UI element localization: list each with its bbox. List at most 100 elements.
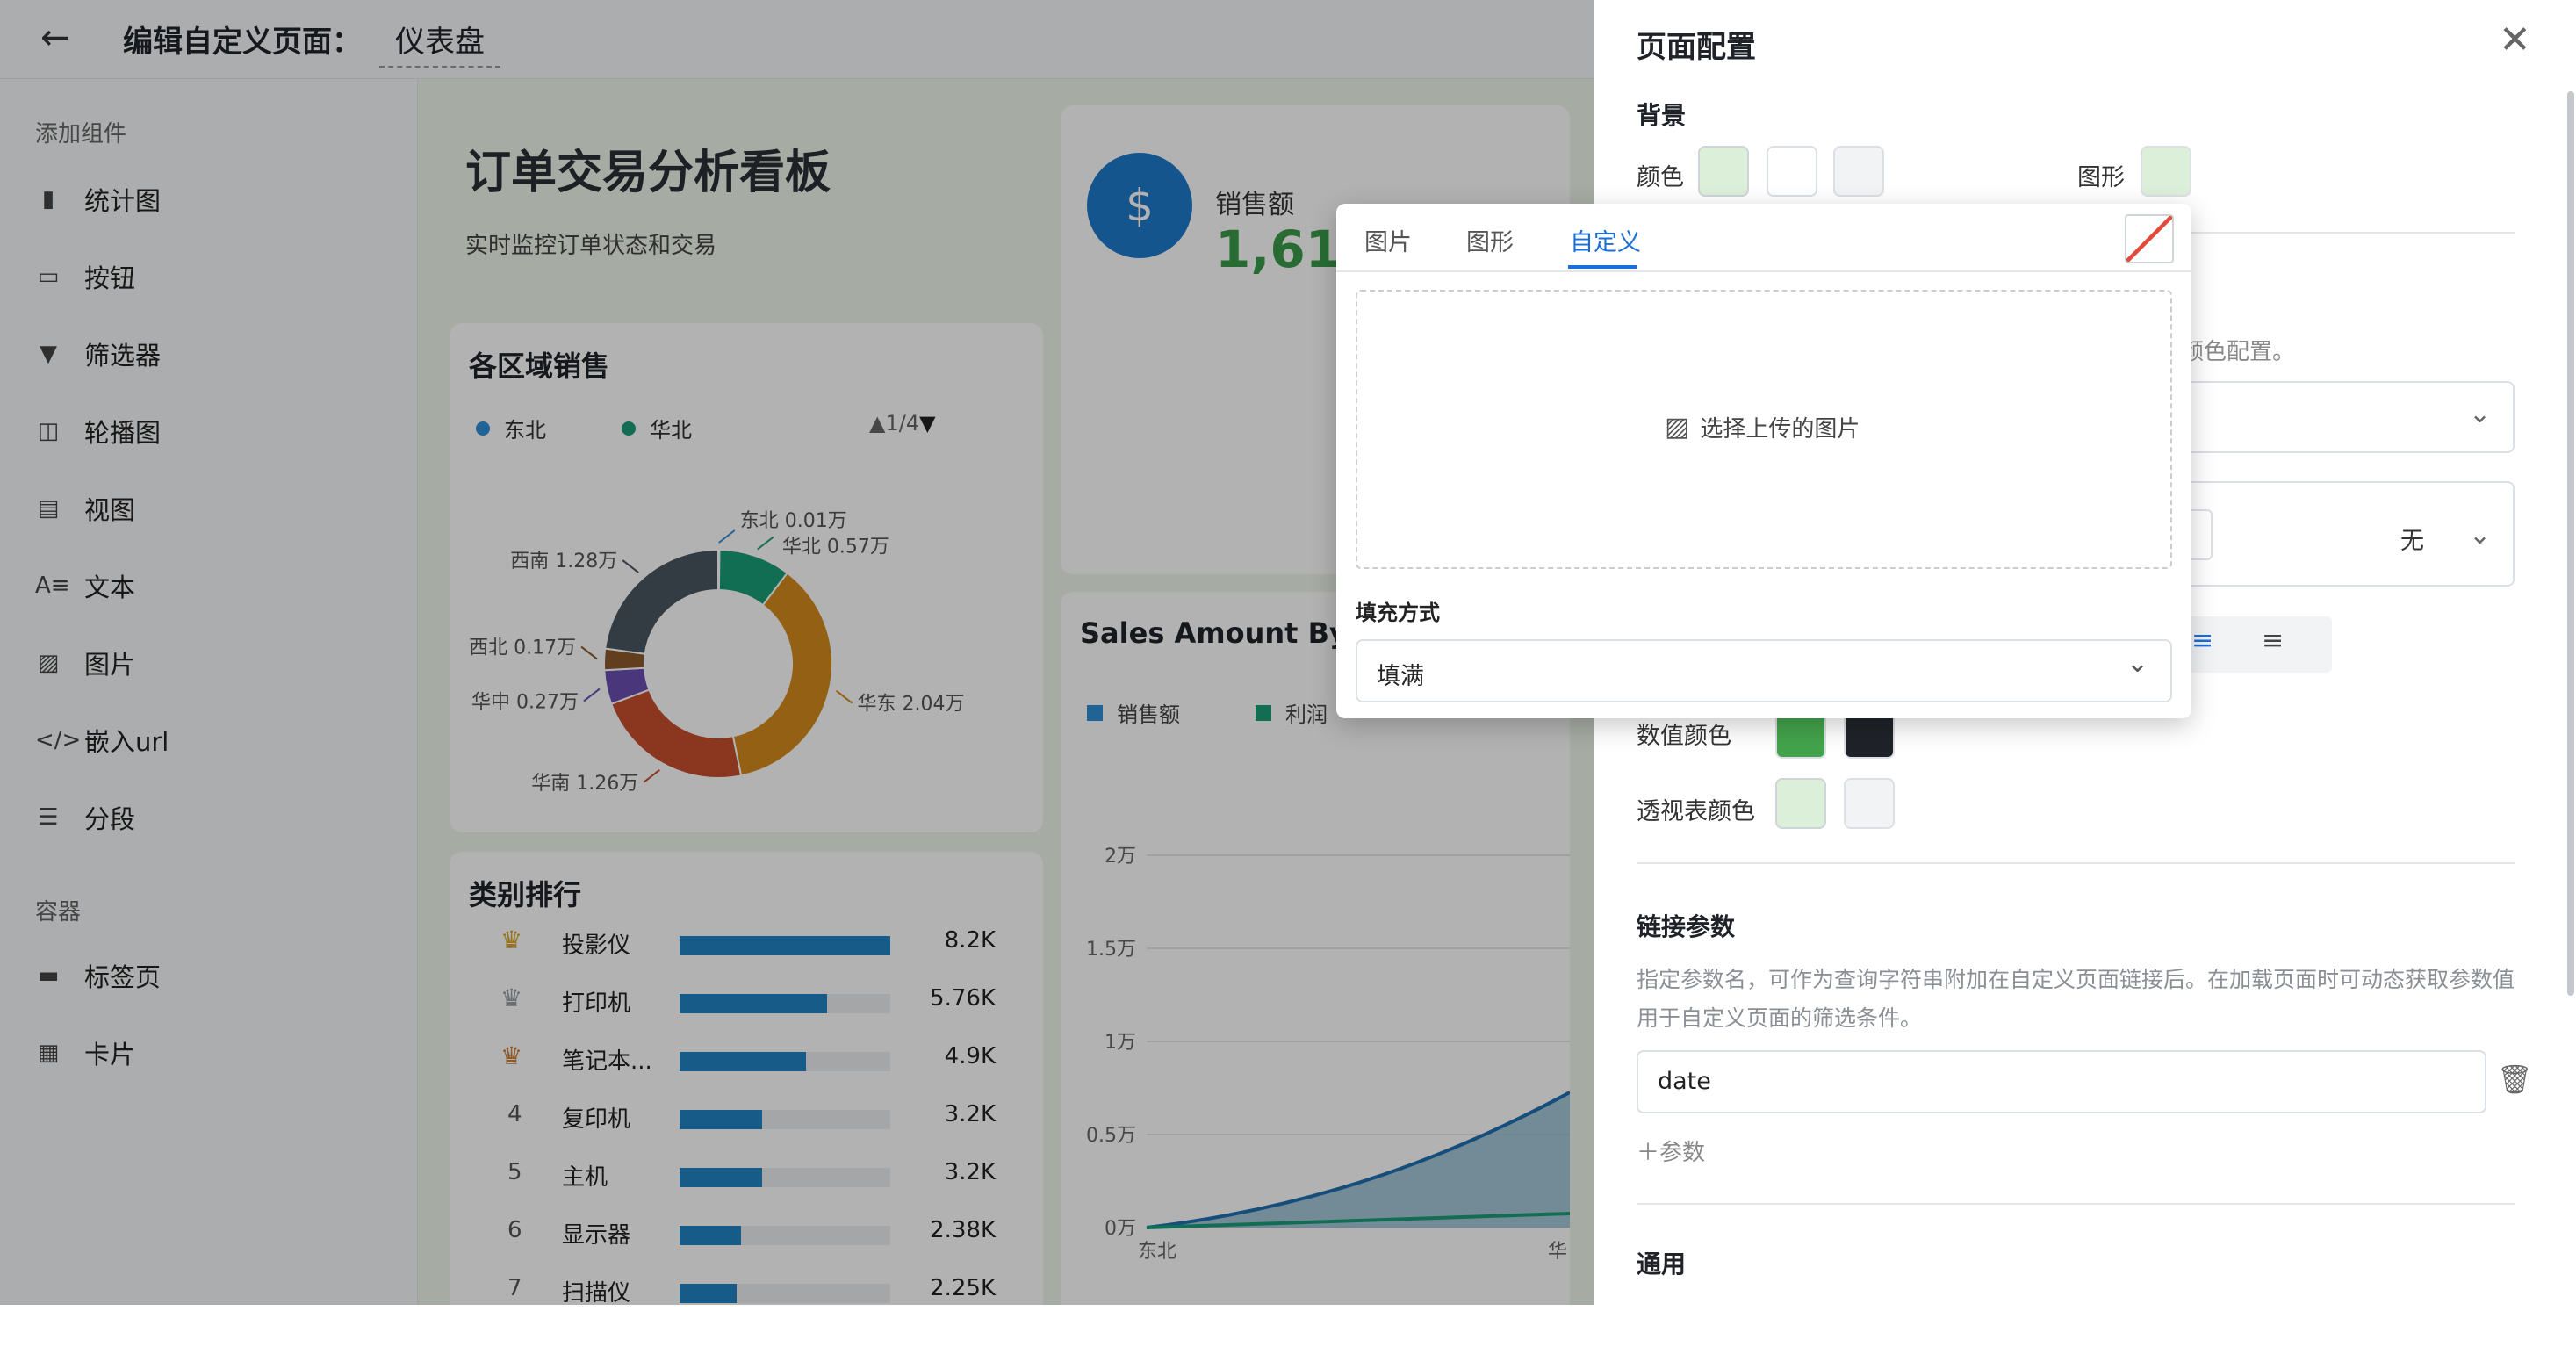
ranking-bar-track <box>680 1226 890 1245</box>
rank-number: 6 <box>507 1217 522 1243</box>
x-tick-label: 华 <box>1548 1241 1567 1263</box>
pie-slice-2[interactable] <box>731 572 833 777</box>
pie-label-line <box>757 536 774 551</box>
ranking-row[interactable]: 4 复印机 3.2K <box>450 1099 1043 1135</box>
shape-label: 图形 <box>2077 164 2125 191</box>
upload-prompt: ▨ 选择上传的图片 <box>1665 411 1860 443</box>
rank-number: 4 <box>507 1101 522 1127</box>
category-ranking-card[interactable]: 类别排行 ♛ 投影仪 8.2K ♛ 打印机 5.76K ♛ 笔记本... 4.9K 4 复印机 3.2… <box>450 852 1043 1343</box>
pie-data-label: 华东 2.04万 <box>858 694 965 716</box>
upload-area[interactable]: ▨ 选择上传的图片 <box>1356 290 2172 569</box>
sidebar-item-label: 文本 <box>84 573 136 602</box>
color-swatch-selected[interactable] <box>1698 146 1749 197</box>
ranking-row[interactable]: ♛ 笔记本... 4.9K <box>450 1041 1043 1077</box>
section-containers: 容器 <box>35 899 82 926</box>
sidebar-item-chart[interactable]: ▮ 统计图 <box>35 177 161 221</box>
ranking-bar <box>680 1052 806 1071</box>
region-pie-chart: 东北 0.01万华北 0.57万华东 2.04万华南 1.26万 华中 0.27万… <box>469 510 965 795</box>
sidebar-item-label: 标签页 <box>84 962 162 992</box>
sidebar-item-label: 筛选器 <box>84 341 162 371</box>
ranking-row[interactable]: 7 扫描仪 2.25K <box>450 1273 1043 1308</box>
sidebar-item-button[interactable]: ▭ 按钮 <box>35 255 135 299</box>
sidebar-item-filter[interactable]: ▼ 筛选器 <box>35 332 161 376</box>
divider <box>1637 862 2515 864</box>
dashboard-title-block[interactable]: 订单交易分析看板 实时监控订单状态和交易 <box>465 135 831 260</box>
alignment-group: ≡ ≡ <box>2174 616 2332 673</box>
view-icon: ▤ <box>37 495 60 522</box>
tab-image[interactable]: 图片 <box>1364 223 1412 257</box>
ranking-value: 8.2K <box>944 927 996 954</box>
color-swatch-gray[interactable] <box>1833 146 1884 197</box>
top-bar: ← 编辑自定义页面： 仪表盘 <box>0 0 1594 79</box>
ranking-bar <box>680 1168 762 1187</box>
sidebar-item-label: 分段 <box>84 804 136 834</box>
color-swatch-white[interactable] <box>1767 146 1817 197</box>
pie-label-line <box>643 768 660 783</box>
trash-icon[interactable]: 🗑 <box>2497 1062 2533 1096</box>
ranking-name: 扫描仪 <box>562 1280 631 1307</box>
color-label: 颜色 <box>1637 164 1684 191</box>
sidebar-item-card[interactable]: ▦ 卡片 <box>35 1031 135 1075</box>
sidebar-item-carousel[interactable]: ◫ 轮播图 <box>35 409 161 453</box>
crown-icon: ♛ <box>500 983 523 1012</box>
background-image-popover: 图片 图形 自定义 ▨ 选择上传的图片 填充方式 填满 ⌄ <box>1336 204 2191 718</box>
pivot-color-swatch-gray[interactable] <box>1844 778 1895 829</box>
tab-shape[interactable]: 图形 <box>1466 223 1514 257</box>
ranking-row[interactable]: ♛ 投影仪 8.2K <box>450 926 1043 961</box>
scrollbar-thumb[interactable] <box>2567 91 2574 996</box>
sidebar-item-text[interactable]: A≡ 文本 <box>35 564 135 608</box>
pie-slice-3[interactable] <box>610 688 743 779</box>
ranking-bar <box>680 936 890 955</box>
sidebar-item-image[interactable]: ▨ 图片 <box>35 641 135 685</box>
ranking-bar-track <box>680 1110 890 1129</box>
page-name-input[interactable]: 仪表盘 <box>379 18 500 68</box>
sidebar-item-embed-url[interactable]: </> 嵌入url <box>35 718 169 762</box>
region-sales-card[interactable]: 各区域销售 东北 华北 ▲1/4▼ 东北 0.01万 华北 0.57万 华东 2.0… <box>450 323 1043 832</box>
fill-mode-select[interactable]: 填满 ⌄ <box>1356 639 2172 702</box>
tab-custom[interactable]: 自定义 <box>1570 223 1641 257</box>
dashboard-subtitle: 实时监控订单状态和交易 <box>465 233 717 259</box>
ranking-name: 投影仪 <box>562 933 631 959</box>
add-param-button[interactable]: ＋参数 <box>1637 1135 1705 1167</box>
dollar-coin-icon: $ <box>1087 153 1192 258</box>
carousel-icon: ◫ <box>37 418 60 444</box>
hint-text: 颜色配置。 <box>2181 339 2296 365</box>
ranking-bar-track <box>680 1168 890 1187</box>
ranking-row[interactable]: 6 显示器 2.38K <box>450 1215 1043 1250</box>
general-section-title: 通用 <box>1637 1250 1687 1279</box>
sidebar-item-label: 统计图 <box>84 186 162 216</box>
sidebar-item-section[interactable]: ☰ 分段 <box>35 796 135 839</box>
align-left-icon[interactable]: ≡ <box>2191 625 2213 656</box>
clear-color-icon[interactable] <box>2125 214 2174 263</box>
param-input[interactable]: date <box>1637 1050 2486 1113</box>
section-add-components: 添加组件 <box>35 121 127 148</box>
close-icon[interactable]: ✕ <box>2499 18 2531 62</box>
ranking-value: 5.76K <box>930 985 996 1012</box>
ranking-name: 主机 <box>562 1164 608 1191</box>
pie-slice-6[interactable] <box>604 548 719 655</box>
pie-label-line <box>835 689 853 704</box>
select-box[interactable]: ⌄ <box>2174 381 2515 453</box>
panel-title: 页面配置 <box>1637 30 1756 65</box>
pie-data-label: 华中 0.27万 <box>471 691 579 713</box>
ranking-bar <box>680 1226 741 1245</box>
shape-swatch[interactable] <box>2141 146 2191 197</box>
align-center-icon[interactable]: ≡ <box>2262 625 2284 656</box>
chevron-down-icon: ⌄ <box>2469 520 2492 551</box>
sidebar-item-view[interactable]: ▤ 视图 <box>35 486 135 530</box>
edit-page-label: 编辑自定义页面： <box>123 25 362 60</box>
arrow-left-icon[interactable]: ← <box>40 18 70 58</box>
ranking-row[interactable]: ♛ 打印机 5.76K <box>450 983 1043 1019</box>
ranking-row[interactable]: 5 主机 3.2K <box>450 1157 1043 1192</box>
sidebar-item-label: 图片 <box>84 650 136 680</box>
y-tick-label: 0万 <box>1105 1218 1136 1240</box>
link-params-title: 链接参数 <box>1637 912 1736 941</box>
sidebar-item-label: 轮播图 <box>84 418 162 448</box>
sidebar-item-tabs[interactable]: ▬ 标签页 <box>35 954 161 998</box>
rank-number: 5 <box>507 1159 522 1185</box>
sales-area <box>1147 1092 1570 1228</box>
crown-icon: ♛ <box>500 1041 523 1070</box>
pivot-color-swatch-selected[interactable] <box>1775 778 1826 829</box>
select-box[interactable]: 无 ⌄ <box>2174 481 2515 587</box>
ranking-value: 2.38K <box>930 1217 996 1243</box>
